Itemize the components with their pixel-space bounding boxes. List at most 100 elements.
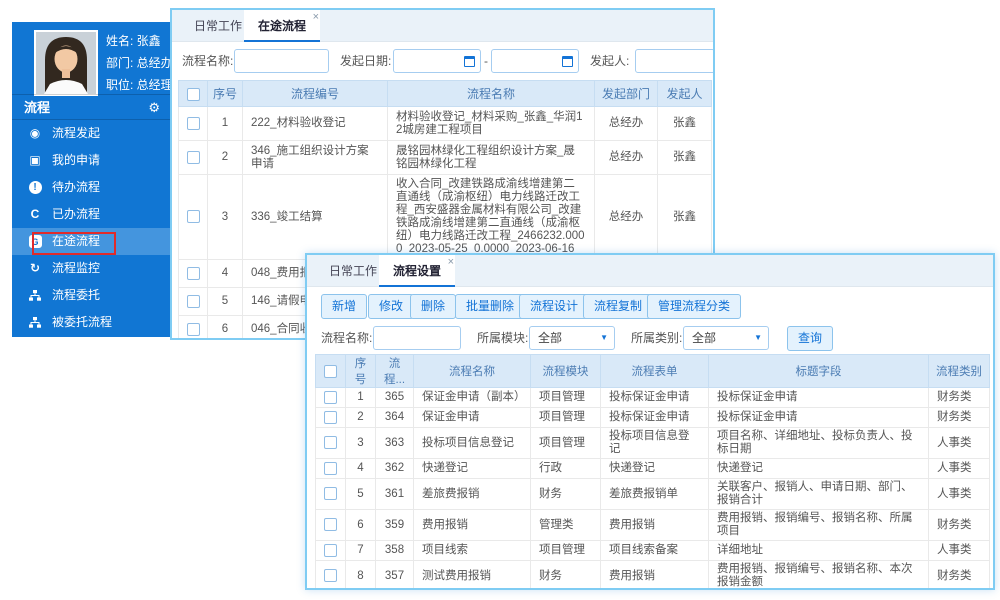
row-checkbox[interactable] bbox=[324, 518, 337, 531]
calendar-icon[interactable] bbox=[464, 56, 475, 67]
table-cell: 人事类 bbox=[929, 459, 990, 479]
table-cell: 费用报销 bbox=[601, 510, 709, 541]
table-header-row: 序号 流程编号 流程名称 发起部门 发起人 bbox=[179, 81, 712, 107]
start-date-to-input[interactable] bbox=[491, 49, 579, 73]
col-header-code: 流程... bbox=[376, 355, 414, 388]
process-name-input[interactable] bbox=[234, 49, 329, 73]
table-cell: 材料验收登记_材料采购_张鑫_华润12城房建工程项目 bbox=[388, 107, 595, 141]
table-cell: 346_施工组织设计方案申请 bbox=[243, 141, 388, 175]
in-transit-icon: G bbox=[24, 228, 46, 255]
sidebar-item-delegated-processes[interactable]: 被委托流程 bbox=[12, 309, 170, 336]
initiator-input[interactable] bbox=[635, 49, 715, 73]
monitor-refresh-icon: ↻ bbox=[24, 255, 46, 282]
table-cell: 项目管理 bbox=[531, 541, 601, 561]
table-cell: 项目管理 bbox=[531, 428, 601, 459]
sidebar-item-my-applications[interactable]: ▣ 我的申请 bbox=[12, 147, 170, 174]
calendar-icon[interactable] bbox=[562, 56, 573, 67]
start-date-label: 发起日期: bbox=[340, 49, 391, 73]
table-header-row: 序号 流程... 流程名称 流程模块 流程表单 标题字段 流程类别 bbox=[316, 355, 990, 388]
row-checkbox[interactable] bbox=[324, 569, 337, 582]
table-cell: 项目线索 bbox=[414, 541, 531, 561]
sitemap-icon bbox=[24, 309, 46, 336]
panel2-tabbar: 日常工作 流程设置 × bbox=[307, 255, 993, 287]
table-row: 4362快递登记行政快递登记快递登记人事类 bbox=[316, 459, 990, 479]
table-row: 1365保证金申请（副本）项目管理投标保证金申请投标保证金申请财务类 bbox=[316, 388, 990, 408]
table-cell: 张鑫 bbox=[658, 175, 712, 260]
sidebar-item-label: 流程监控 bbox=[52, 261, 100, 275]
select-all-checkbox[interactable] bbox=[324, 365, 337, 378]
process-design-button[interactable]: 流程设计 bbox=[519, 294, 589, 319]
sidebar-item-done-processes[interactable]: C 已办流程 bbox=[12, 201, 170, 228]
sidebar-item-in-transit-processes[interactable]: G 在途流程 bbox=[12, 228, 170, 255]
table-cell: 行政 bbox=[531, 459, 601, 479]
row-checkbox[interactable] bbox=[187, 117, 200, 130]
table-cell: 项目线索备案 bbox=[601, 541, 709, 561]
sidebar: 姓名: 张鑫 部门: 总经办 职位: 总经理 流程 ⚙ ◉ 流程发起 ▣ 我的申… bbox=[12, 22, 170, 337]
table-cell: 投标保证金申请 bbox=[709, 388, 929, 408]
select-all-checkbox[interactable] bbox=[187, 88, 200, 101]
process-settings-window: 日常工作 流程设置 × 新增 修改 删除 批量删除 流程设计 流程复制 管理流程… bbox=[305, 253, 995, 590]
batch-delete-button[interactable]: 批量删除 bbox=[455, 294, 525, 319]
table-cell: 保证金申请（副本） bbox=[414, 388, 531, 408]
sidebar-item-process-monitor[interactable]: ↻ 流程监控 bbox=[12, 255, 170, 282]
table-cell: 364 bbox=[376, 408, 414, 428]
table-cell: 详细地址 bbox=[709, 541, 929, 561]
col-header-title-field: 标题字段 bbox=[709, 355, 929, 388]
search-button[interactable]: 查询 bbox=[787, 326, 833, 351]
sidebar-item-label: 我的申请 bbox=[52, 153, 100, 167]
tab-in-transit[interactable]: 在途流程 × bbox=[244, 10, 320, 42]
close-icon[interactable]: × bbox=[448, 257, 454, 268]
table-cell: 人事类 bbox=[929, 428, 990, 459]
process-copy-button[interactable]: 流程复制 bbox=[583, 294, 653, 319]
sidebar-item-todo-processes[interactable]: ! 待办流程 bbox=[12, 174, 170, 201]
sidebar-item-process-delegate[interactable]: 流程委托 bbox=[12, 282, 170, 309]
module-select[interactable]: 全部 ▼ bbox=[529, 326, 615, 350]
profile-info: 姓名: 张鑫 部门: 总经办 职位: 总经理 bbox=[106, 30, 173, 96]
category-select[interactable]: 全部 ▼ bbox=[683, 326, 769, 350]
table-row: 3336_竣工结算收入合同_改建铁路成渝线增建第二直通线（成渝枢纽）电力线路迁改… bbox=[179, 175, 712, 260]
start-date-from-input[interactable] bbox=[393, 49, 481, 73]
initiator-label: 发起人: bbox=[590, 49, 629, 73]
row-checkbox[interactable] bbox=[324, 487, 337, 500]
row-checkbox[interactable] bbox=[187, 323, 200, 336]
table-cell: 总经办 bbox=[595, 175, 658, 260]
process-settings-table: 序号 流程... 流程名称 流程模块 流程表单 标题字段 流程类别 1365保证… bbox=[315, 354, 990, 590]
manage-category-button[interactable]: 管理流程分类 bbox=[647, 294, 741, 319]
row-checkbox[interactable] bbox=[324, 391, 337, 404]
table-cell: 5 bbox=[208, 288, 243, 316]
initiator-input-field[interactable] bbox=[636, 50, 714, 72]
row-checkbox[interactable] bbox=[324, 462, 337, 475]
profile-position: 职位: 总经理 bbox=[106, 74, 173, 96]
row-checkbox[interactable] bbox=[324, 544, 337, 557]
col-header-name: 流程名称 bbox=[414, 355, 531, 388]
module-select-value: 全部 bbox=[538, 331, 562, 345]
sidebar-section-header: 流程 ⚙ bbox=[12, 94, 170, 120]
table-cell: 4 bbox=[208, 260, 243, 288]
edit-button[interactable]: 修改 bbox=[368, 294, 414, 319]
row-checkbox[interactable] bbox=[324, 436, 337, 449]
process-settings-table-body: 1365保证金申请（副本）项目管理投标保证金申请投标保证金申请财务类2364保证… bbox=[316, 388, 990, 591]
sidebar-item-process-start[interactable]: ◉ 流程发起 bbox=[12, 120, 170, 147]
sitemap-icon bbox=[24, 282, 46, 309]
sidebar-section-title: 流程 bbox=[24, 100, 50, 115]
row-checkbox[interactable] bbox=[324, 411, 337, 424]
row-checkbox[interactable] bbox=[187, 210, 200, 223]
tab-process-settings[interactable]: 流程设置 × bbox=[379, 255, 455, 287]
row-checkbox[interactable] bbox=[187, 267, 200, 280]
table-cell: 总经办 bbox=[595, 141, 658, 175]
process-name-input-field[interactable] bbox=[374, 327, 460, 349]
table-cell: 差旅费报销单 bbox=[601, 479, 709, 510]
process-name-input[interactable] bbox=[373, 326, 461, 350]
close-icon[interactable]: × bbox=[313, 12, 319, 23]
table-cell: 359 bbox=[376, 510, 414, 541]
table-cell: 3 bbox=[208, 175, 243, 260]
table-row: 3363投标项目信息登记项目管理投标项目信息登记项目名称、详细地址、投标负责人、… bbox=[316, 428, 990, 459]
process-name-input-field[interactable] bbox=[235, 50, 328, 72]
delete-button[interactable]: 删除 bbox=[410, 294, 456, 319]
row-checkbox[interactable] bbox=[187, 151, 200, 164]
add-button[interactable]: 新增 bbox=[321, 294, 367, 319]
sidebar-item-label: 被委托流程 bbox=[52, 315, 112, 329]
row-checkbox[interactable] bbox=[187, 295, 200, 308]
tab-label: 日常工作 bbox=[329, 264, 377, 278]
gear-icon[interactable]: ⚙ bbox=[148, 95, 160, 120]
